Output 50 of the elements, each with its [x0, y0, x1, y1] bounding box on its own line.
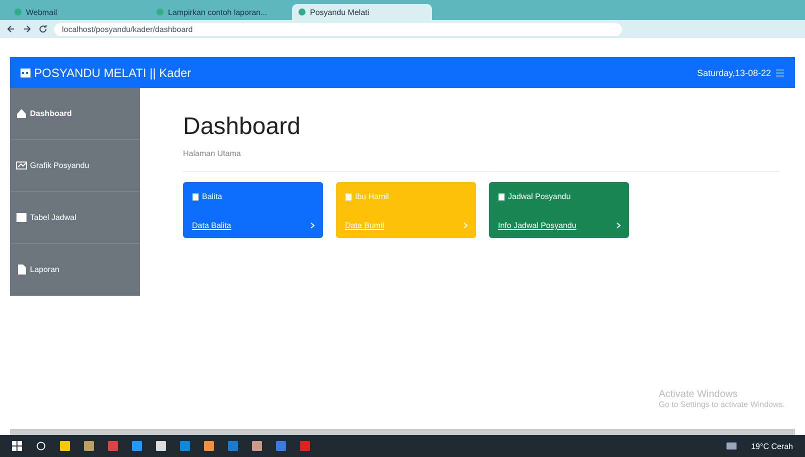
- app-icon[interactable]: [132, 441, 142, 451]
- app-icon[interactable]: [204, 441, 214, 451]
- app-icon[interactable]: [276, 441, 286, 451]
- app-icon[interactable]: [300, 441, 310, 451]
- browser-tab[interactable]: Lampirkan contoh laporan...: [150, 4, 290, 20]
- card-icon: [498, 192, 505, 200]
- app-icon[interactable]: [84, 441, 94, 451]
- back-icon[interactable]: [6, 24, 16, 34]
- chevron-icon[interactable]: [616, 222, 621, 229]
- sidebar-item[interactable]: Tabel Jadwal: [10, 192, 140, 244]
- browser-tab[interactable]: Webmail: [8, 4, 148, 20]
- windows-icon[interactable]: [12, 441, 22, 451]
- sidebar-item[interactable]: Dashboard: [10, 88, 140, 140]
- app-brand[interactable]: POSYANDU MELATI || Kader: [34, 66, 192, 80]
- card-icon: [192, 192, 199, 200]
- app-icon[interactable]: [60, 441, 70, 451]
- chart-icon: [16, 160, 27, 171]
- reload-icon[interactable]: [38, 24, 48, 34]
- weather-text[interactable]: 19°C Cerah: [751, 442, 793, 450]
- page-subtitle: Halaman Utama: [183, 149, 242, 158]
- app-icon[interactable]: [228, 441, 238, 451]
- activation-title: Activate Windows: [658, 389, 739, 400]
- browser-tab[interactable]: Posyandu Melati: [292, 4, 432, 20]
- calendar-icon: [20, 67, 31, 78]
- card-icon: [345, 192, 352, 200]
- forward-icon[interactable]: [22, 24, 32, 34]
- card-title: Balita: [202, 192, 222, 201]
- app-icon[interactable]: [252, 441, 262, 451]
- sidebar-item[interactable]: Laporan: [10, 244, 140, 296]
- card-link[interactable]: Data Balita: [192, 221, 232, 230]
- chevron-icon[interactable]: [310, 222, 315, 229]
- date-text: Saturday,13-08-22: [697, 68, 771, 78]
- search-icon[interactable]: [36, 441, 46, 451]
- card-link[interactable]: Info Jadwal Posyandu: [498, 221, 576, 230]
- house-icon: [16, 108, 27, 119]
- page-title: Dashboard: [183, 113, 300, 141]
- globe-icon: [298, 8, 306, 16]
- toggle-icon[interactable]: [775, 68, 785, 76]
- document-icon: [16, 264, 27, 275]
- activation-text: Go to Settings to activate Windows.: [658, 400, 785, 409]
- sidebar-item[interactable]: Grafik Posyandu: [10, 140, 140, 192]
- app-icon[interactable]: [156, 441, 166, 451]
- card-title: Ibu Hamil: [355, 192, 389, 201]
- address-field[interactable]: localhost/posyandu/kader/dashboard: [54, 22, 622, 36]
- app-icon[interactable]: [108, 441, 118, 451]
- globe-icon: [14, 8, 22, 16]
- card-title: Jadwal Posyandu: [508, 192, 571, 201]
- scrollbar[interactable]: [10, 429, 795, 435]
- globe-icon: [156, 8, 164, 16]
- app-icon[interactable]: [180, 441, 190, 451]
